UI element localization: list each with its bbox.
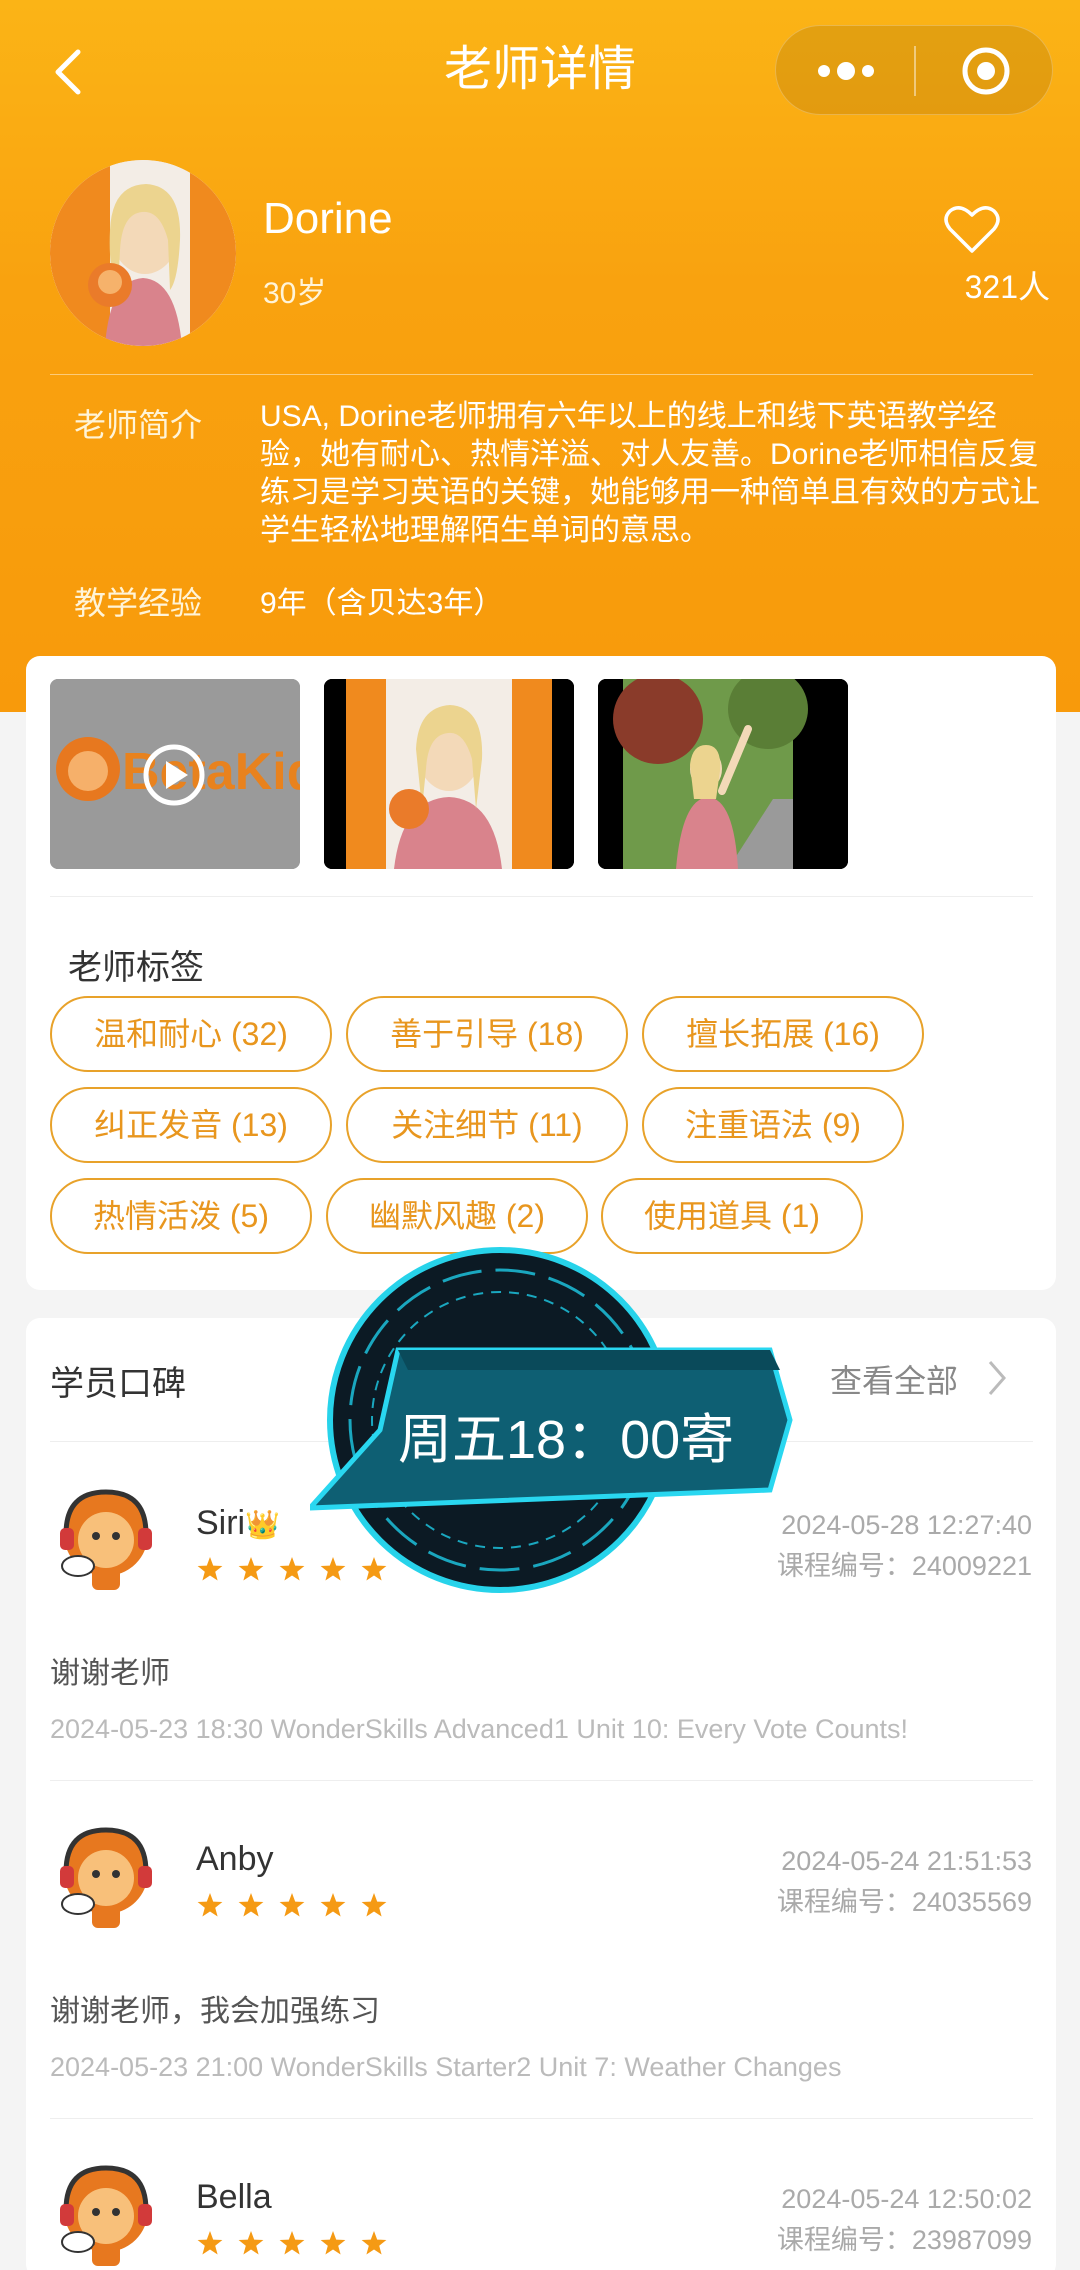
course-code: 课程编号：24035569 bbox=[776, 1887, 1032, 1917]
review-date: 2024-05-24 12:50:02 bbox=[781, 2184, 1032, 2214]
tag-chip: 擅长拓展 (16) bbox=[642, 996, 924, 1072]
reviews-title: 学员口碑 bbox=[50, 1365, 186, 1403]
review-divider bbox=[50, 1780, 1033, 1781]
close-target-icon[interactable] bbox=[961, 46, 1011, 96]
review-date: 2024-05-24 21:51:53 bbox=[781, 1846, 1032, 1876]
review-text: 谢谢老师 bbox=[50, 1657, 170, 1690]
user-avatar-lion-icon bbox=[60, 1489, 152, 1590]
star-icon bbox=[197, 1893, 223, 1917]
header-divider bbox=[50, 374, 1033, 375]
tag-chip: 纠正发音 (13) bbox=[50, 1087, 332, 1163]
nav-bar: 老师详情 bbox=[0, 0, 1080, 145]
video-thumbnail[interactable]: BetaKid bbox=[50, 679, 300, 869]
view-all-link[interactable]: 查看全部 bbox=[830, 1356, 1010, 1402]
star-icon bbox=[320, 1893, 346, 1917]
teacher-name: Dorine bbox=[263, 194, 393, 243]
reviewer-name: Anby bbox=[196, 1840, 274, 1878]
heart-icon[interactable] bbox=[944, 205, 1000, 255]
more-dots-icon[interactable] bbox=[816, 59, 876, 83]
star-icon bbox=[279, 2231, 305, 2255]
rating-stars bbox=[197, 1893, 387, 1917]
user-avatar-lion-icon bbox=[60, 2165, 152, 2266]
course-code: 课程编号：23987099 bbox=[776, 2225, 1032, 2255]
star-icon bbox=[361, 2231, 387, 2255]
tag-chip: 关注细节 (11) bbox=[346, 1087, 628, 1163]
view-all-label: 查看全部 bbox=[830, 1363, 959, 1399]
review-text: 谢谢老师，我会加强练习 bbox=[50, 1995, 380, 2028]
star-icon bbox=[238, 1893, 264, 1917]
star-icon bbox=[279, 1557, 305, 1581]
intro-label: 老师简介 bbox=[74, 407, 203, 443]
star-icon bbox=[197, 1557, 223, 1581]
mini-program-capsule bbox=[775, 25, 1053, 115]
video-logo-text: BetaKid bbox=[122, 743, 300, 801]
tag-chip: 注重语法 (9) bbox=[642, 1087, 904, 1163]
user-avatar-lion-icon bbox=[60, 1827, 152, 1928]
rating-stars bbox=[197, 2231, 387, 2255]
tag-chip: 善于引导 (18) bbox=[346, 996, 628, 1072]
review-lesson-meta: 2024-05-23 18:30 WonderSkills Advanced1 … bbox=[50, 1714, 909, 1744]
teacher-age: 30岁 bbox=[263, 277, 327, 310]
star-icon bbox=[197, 2231, 223, 2255]
chevron-right-icon bbox=[988, 1361, 1006, 1395]
experience-label: 教学经验 bbox=[74, 585, 203, 621]
floating-badge-text[interactable]: 周五18：00寄 bbox=[398, 1395, 734, 1474]
crown-icon: 👑 bbox=[245, 1509, 280, 1540]
reviewer-name: Siri👑 bbox=[196, 1504, 280, 1542]
teacher-avatar[interactable] bbox=[50, 160, 236, 346]
photo-thumbnail-1[interactable] bbox=[324, 679, 574, 869]
card-divider bbox=[50, 896, 1033, 897]
tag-chip: 热情活泼 (5) bbox=[50, 1178, 312, 1254]
course-code: 课程编号：24009221 bbox=[776, 1551, 1032, 1581]
photo-thumbnail-2[interactable] bbox=[598, 679, 848, 869]
review-date: 2024-05-28 12:27:40 bbox=[781, 1510, 1032, 1540]
capsule-divider bbox=[914, 46, 916, 96]
review-lesson-meta: 2024-05-23 21:00 WonderSkills Starter2 U… bbox=[50, 2052, 842, 2082]
star-icon bbox=[279, 1893, 305, 1917]
experience-value: 9年（含贝达3年） bbox=[260, 587, 504, 620]
tag-chip: 温和耐心 (32) bbox=[50, 996, 332, 1072]
star-icon bbox=[361, 1893, 387, 1917]
star-icon bbox=[238, 2231, 264, 2255]
like-count: 321人 bbox=[964, 269, 1050, 305]
review-divider bbox=[50, 2118, 1033, 2119]
reviewer-name: Bella bbox=[196, 2178, 272, 2216]
tags-title: 老师标签 bbox=[68, 949, 204, 987]
star-icon bbox=[320, 2231, 346, 2255]
intro-text: USA, Dorine老师拥有六年以上的线上和线下英语教学经验，她有耐心、热情洋… bbox=[260, 400, 1040, 547]
star-icon bbox=[238, 1557, 264, 1581]
